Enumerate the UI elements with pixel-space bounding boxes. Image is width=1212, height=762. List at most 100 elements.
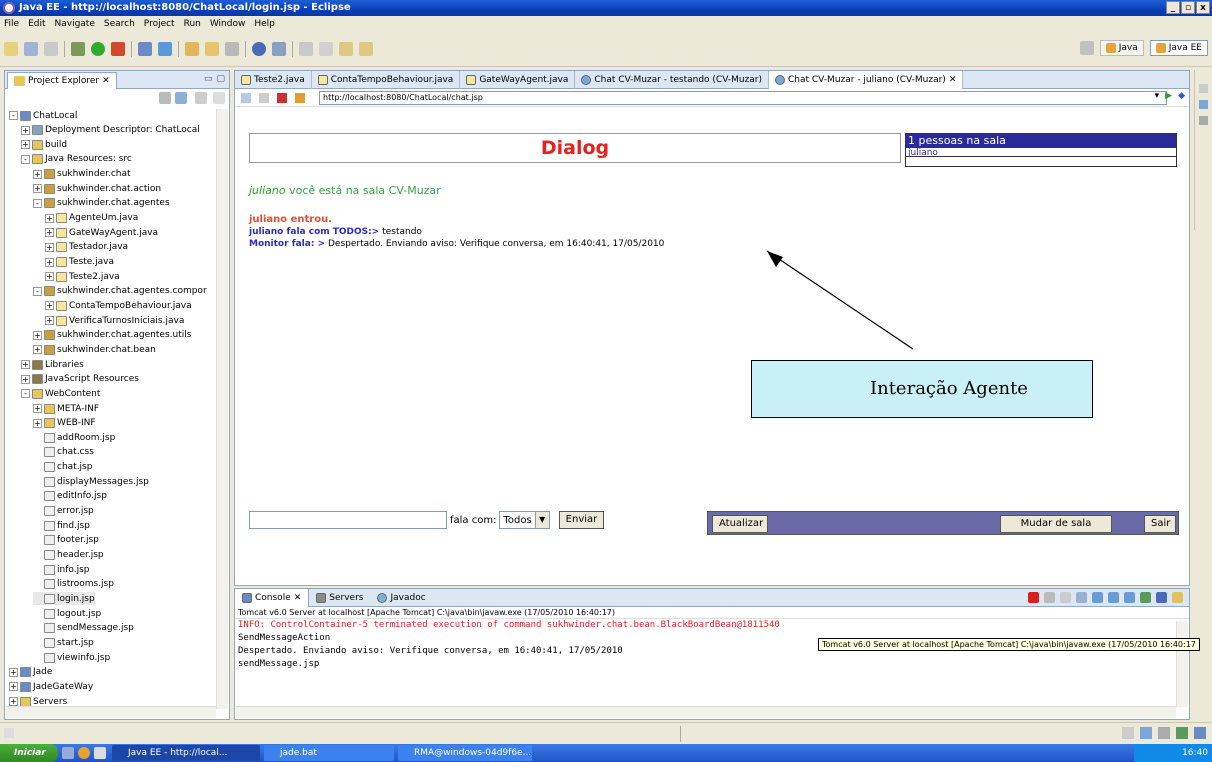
external-tools-icon[interactable] (111, 42, 125, 56)
tree-item[interactable]: +error.jsp (33, 505, 94, 518)
horizontal-scrollbar[interactable] (236, 706, 1176, 718)
stop-icon[interactable] (277, 93, 287, 103)
terminate-icon[interactable] (1028, 592, 1039, 603)
maximize-icon[interactable]: ▢ (216, 74, 225, 84)
tree-item[interactable]: +logout.jsp (33, 607, 101, 620)
show-on-error-icon[interactable] (1124, 592, 1135, 603)
pin-console-icon[interactable] (1140, 592, 1151, 603)
tree-item[interactable]: + sukhwinder.chat.agentes.utils (33, 329, 191, 342)
snippets-icon[interactable] (1176, 727, 1188, 739)
tree-item[interactable]: + JadeGateWay (9, 680, 93, 693)
tree-item[interactable]: + ContaTempoBehaviour.java (45, 299, 192, 312)
expand-toggle-icon[interactable]: + (33, 404, 42, 413)
tree-item[interactable]: - sukhwinder.chat.agentes.compor (33, 285, 207, 298)
expand-toggle-icon[interactable]: + (45, 213, 54, 223)
browser-icon[interactable] (78, 747, 90, 759)
refresh-icon[interactable] (295, 93, 305, 103)
tree-item[interactable]: + sukhwinder.chat (33, 168, 131, 181)
change-room-button[interactable]: Mudar de sala (1000, 515, 1112, 533)
tab-chat-testando[interactable]: Chat CV-Muzar - testando (CV-Muzar) (575, 71, 769, 89)
tree-item[interactable]: - sukhwinder.chat.agentes (33, 197, 170, 210)
expand-toggle-icon[interactable]: + (9, 667, 18, 677)
expand-toggle-icon[interactable]: + (33, 184, 42, 194)
tree-item[interactable]: +addRoom.jsp (33, 431, 115, 444)
expand-toggle-icon[interactable]: + (45, 242, 54, 252)
expand-toggle-icon[interactable]: + (21, 360, 30, 370)
annotation-icon[interactable] (272, 42, 286, 56)
expand-toggle-icon[interactable]: + (21, 140, 30, 150)
tree-item[interactable]: + Jade (9, 666, 52, 679)
tree-item[interactable]: + Teste2.java (45, 270, 120, 283)
tab-servers[interactable]: Servers (309, 589, 370, 607)
tree-item[interactable]: +viewinfo.jsp (33, 651, 110, 664)
next-annotation-icon[interactable] (299, 42, 313, 56)
tree-item[interactable]: + AgenteUm.java (45, 212, 138, 225)
tab-javadoc[interactable]: Javadoc (370, 589, 432, 607)
tree-item[interactable]: +header.jsp (33, 549, 104, 562)
expand-toggle-icon[interactable]: + (9, 697, 18, 706)
filter-icon[interactable] (195, 92, 207, 104)
close-icon[interactable]: ✕ (294, 593, 302, 603)
vertical-scrollbar[interactable] (1176, 621, 1188, 707)
problems-icon[interactable] (1140, 727, 1152, 739)
outline-icon[interactable] (1199, 100, 1208, 109)
menu-help[interactable]: Help (254, 19, 275, 29)
menu-navigate[interactable]: Navigate (55, 19, 95, 29)
menu-window[interactable]: Window (210, 19, 246, 29)
tree-item[interactable]: + JavaScript Resources (21, 373, 139, 386)
new-icon[interactable] (4, 42, 18, 56)
dropdown-icon[interactable]: ▾ (1155, 91, 1160, 101)
tree-item[interactable]: +find.jsp (33, 519, 90, 532)
tab-project-explorer[interactable]: Project Explorer ✕ (7, 72, 117, 89)
go-icon[interactable]: ▶ (1165, 91, 1172, 101)
tree-item[interactable]: + Teste.java (45, 256, 114, 269)
tree-item[interactable]: + Testador.java (45, 241, 128, 254)
task-jade-bat[interactable]: jade.bat (264, 745, 394, 761)
display-console-icon[interactable] (1156, 592, 1167, 603)
restore-icon[interactable] (1199, 84, 1208, 93)
expand-toggle-icon[interactable]: + (45, 257, 54, 267)
open-resource-icon[interactable] (205, 42, 219, 56)
web-service-icon[interactable] (158, 42, 172, 56)
remove-launch-icon[interactable] (1044, 592, 1055, 603)
close-button[interactable]: x (1196, 1, 1210, 14)
tab-gatewayagent[interactable]: GateWayAgent.java (460, 71, 576, 89)
expand-toggle-icon[interactable]: + (45, 228, 54, 238)
tree-item[interactable]: + Deployment Descriptor: ChatLocal (21, 124, 200, 137)
tree-item[interactable]: +info.jsp (33, 563, 89, 576)
tree-item[interactable]: + sukhwinder.chat.bean (33, 343, 156, 356)
horizontal-scrollbar[interactable] (6, 706, 216, 718)
expand-toggle-icon[interactable]: - (33, 198, 42, 208)
task-eclipse[interactable]: Java EE - http://local... (112, 745, 260, 761)
expand-toggle-icon[interactable]: - (21, 154, 30, 164)
save-icon[interactable] (24, 42, 38, 56)
pen-icon[interactable] (225, 42, 239, 56)
forward-icon[interactable] (359, 42, 373, 56)
search-icon[interactable] (252, 42, 266, 56)
vertical-scrollbar[interactable] (216, 109, 228, 709)
expand-toggle-icon[interactable]: + (9, 682, 18, 692)
recipient-select[interactable]: Todos ▼ (499, 511, 550, 529)
expand-toggle-icon[interactable]: - (33, 286, 42, 296)
perspective-java[interactable]: Java (1099, 40, 1144, 56)
refresh-button[interactable]: Atualizar (712, 515, 768, 533)
tree-item[interactable]: +listrooms.jsp (33, 578, 114, 591)
expand-toggle-icon[interactable]: + (45, 316, 54, 326)
url-input[interactable]: http://localhost:8080/ChatLocal/chat.jsp (319, 91, 1167, 105)
tree-item[interactable]: + build (21, 138, 67, 151)
print-icon[interactable] (44, 42, 58, 56)
link-editor-icon[interactable] (175, 92, 187, 104)
expand-toggle-icon[interactable]: + (33, 418, 42, 428)
minimize-icon[interactable]: ▭ (204, 74, 213, 84)
debug-icon[interactable] (71, 42, 85, 56)
forward-icon[interactable] (259, 93, 269, 103)
tree-item[interactable]: +chat.jsp (33, 461, 92, 474)
tree-item[interactable]: + GateWayAgent.java (45, 226, 158, 239)
close-icon[interactable]: ✕ (102, 76, 110, 86)
menu-run[interactable]: Run (184, 19, 201, 29)
expand-toggle-icon[interactable]: + (21, 374, 30, 384)
tree-item[interactable]: +editInfo.jsp (33, 490, 107, 503)
tree-item[interactable]: - Java Resources: src (21, 153, 132, 166)
menu-project[interactable]: Project (144, 19, 175, 29)
server-icon[interactable] (138, 42, 152, 56)
